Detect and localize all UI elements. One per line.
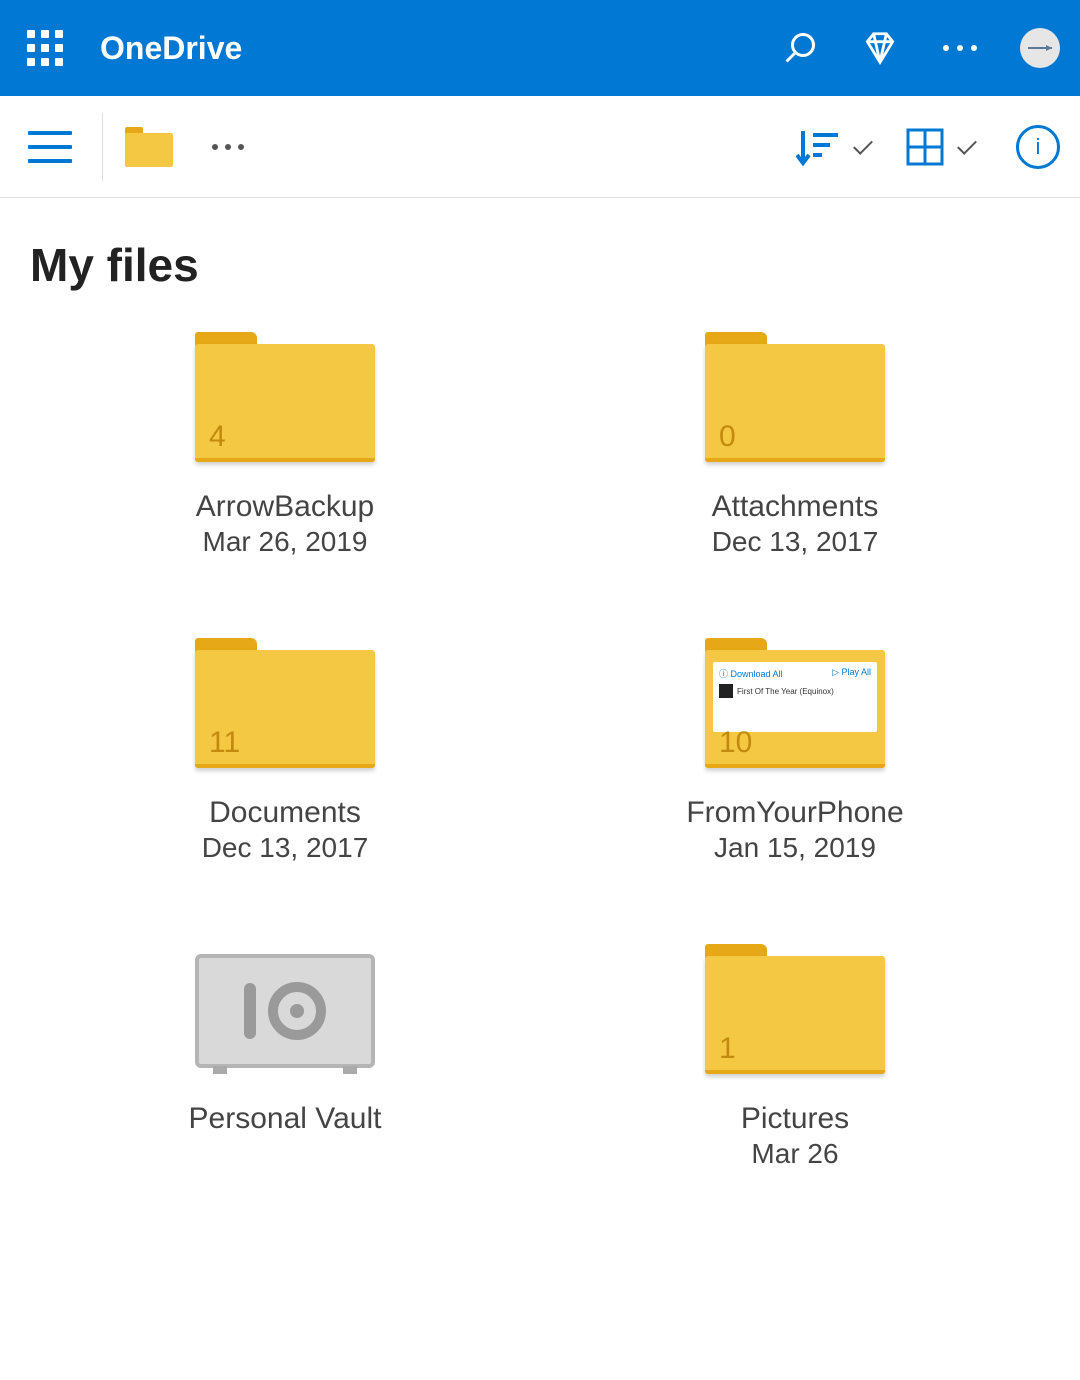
file-grid: 4 ArrowBackup Mar 26, 2019 0 Attachments… (0, 312, 1080, 1190)
folder-item-attachments[interactable]: 0 Attachments Dec 13, 2017 (540, 332, 1050, 558)
info-icon: i (1036, 134, 1041, 160)
toolbar: i (0, 96, 1080, 198)
app-header: OneDrive (0, 0, 1080, 96)
grid-view-icon (906, 128, 944, 166)
diamond-icon (861, 29, 899, 67)
folder-item-personal-vault[interactable]: Personal Vault (30, 944, 540, 1170)
folder-name: Attachments (712, 490, 879, 524)
folder-icon: 1 (705, 944, 885, 1074)
folder-icon: 11 (195, 638, 375, 768)
folder-name: FromYourPhone (686, 796, 903, 830)
folder-date: Mar 26, 2019 (203, 526, 368, 558)
waffle-icon (27, 30, 63, 66)
folder-date: Jan 15, 2019 (714, 832, 876, 864)
app-title: OneDrive (100, 30, 242, 67)
toolbar-more-button[interactable] (203, 122, 253, 172)
folder-count: 0 (719, 420, 736, 454)
folder-count: 11 (209, 726, 240, 760)
folder-icon: ⓘ Download All ▷ Play All First Of The Y… (705, 638, 885, 768)
sort-icon (796, 127, 840, 167)
more-icon (943, 45, 977, 51)
folder-item-fromyourphone[interactable]: ⓘ Download All ▷ Play All First Of The Y… (540, 638, 1050, 864)
folder-count: 10 (719, 726, 752, 760)
new-folder-button[interactable] (125, 127, 173, 167)
folder-date: Dec 13, 2017 (712, 526, 879, 558)
folder-date: Mar 26 (751, 1138, 838, 1170)
folder-icon: 4 (195, 332, 375, 462)
search-icon (782, 30, 818, 66)
more-icon (212, 144, 244, 150)
folder-preview: ⓘ Download All ▷ Play All First Of The Y… (713, 662, 877, 732)
app-launcher-button[interactable] (20, 23, 70, 73)
folder-count: 1 (719, 1032, 736, 1066)
account-avatar[interactable] (1020, 28, 1060, 68)
premium-button[interactable] (845, 23, 915, 73)
view-button[interactable] (894, 122, 988, 172)
menu-button[interactable] (20, 117, 80, 177)
folder-date: Dec 13, 2017 (202, 832, 369, 864)
folder-icon: 0 (705, 332, 885, 462)
folder-name: Personal Vault (189, 1102, 382, 1136)
chevron-down-icon (853, 135, 873, 155)
folder-name: Documents (209, 796, 361, 830)
folder-item-arrowbackup[interactable]: 4 ArrowBackup Mar 26, 2019 (30, 332, 540, 558)
divider (102, 113, 103, 181)
page-title: My files (0, 198, 1080, 312)
folder-name: Pictures (741, 1102, 849, 1136)
search-button[interactable] (765, 23, 835, 73)
info-button[interactable]: i (1016, 125, 1060, 169)
folder-count: 4 (209, 420, 226, 454)
more-button[interactable] (925, 23, 995, 73)
vault-icon (195, 954, 375, 1074)
folder-item-pictures[interactable]: 1 Pictures Mar 26 (540, 944, 1050, 1170)
hamburger-icon (28, 131, 72, 135)
folder-item-documents[interactable]: 11 Documents Dec 13, 2017 (30, 638, 540, 864)
chevron-down-icon (957, 135, 977, 155)
folder-name: ArrowBackup (196, 490, 374, 524)
sort-button[interactable] (784, 122, 884, 172)
